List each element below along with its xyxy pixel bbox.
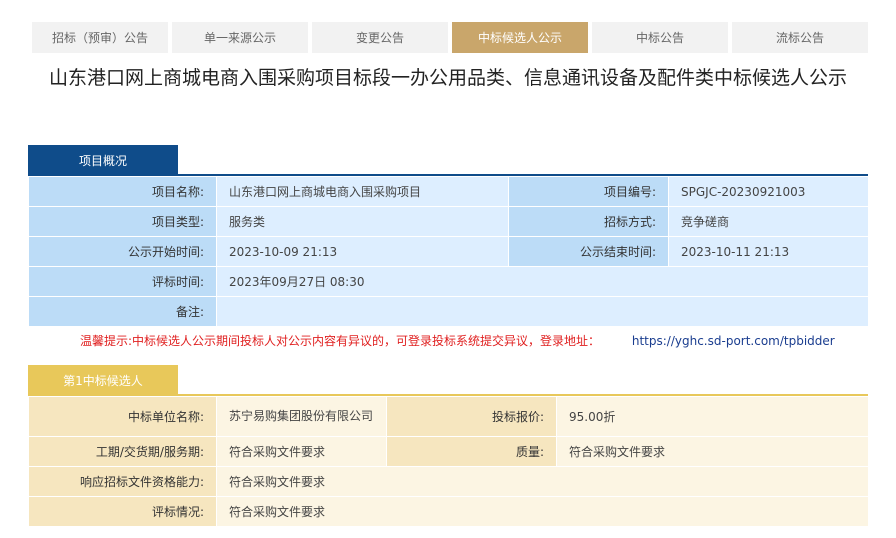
table-row: 工期/交货期/服务期: 符合采购文件要求 质量: 符合采购文件要求 (28, 436, 869, 467)
project-info-table: 项目名称: 山东港口网上商城电商入围采购项目 项目编号: SPGJC-20230… (28, 176, 869, 327)
evaluation-time-label: 评标时间: (28, 266, 217, 297)
bid-method-value: 竞争磋商 (668, 206, 869, 237)
tab-candidate-notice[interactable]: 中标候选人公示 (452, 22, 588, 53)
delivery-period-label: 工期/交货期/服务期: (28, 436, 217, 467)
candidate-info-table: 中标单位名称: 苏宁易购集团股份有限公司 投标报价: 95.00折 工期/交货期… (28, 396, 869, 527)
table-row: 评标时间: 2023年09月27日 08:30 (28, 266, 869, 297)
table-row: 评标情况: 符合采购文件要求 (28, 496, 869, 527)
winning-unit-label: 中标单位名称: (28, 396, 217, 437)
project-type-value: 服务类 (216, 206, 509, 237)
page-title: 山东港口网上商城电商入围采购项目标段一办公用品类、信息通讯设备及配件类中标候选人… (48, 67, 847, 89)
remarks-value (216, 296, 869, 327)
bid-price-value: 95.00折 (556, 396, 869, 437)
delivery-period-value: 符合采购文件要求 (216, 436, 387, 467)
tip-text: 温馨提示:中标候选人公示期间投标人对公示内容有异议的，可登录投标系统提交异议，登… (80, 334, 601, 348)
evaluation-time-value: 2023年09月27日 08:30 (216, 266, 869, 297)
remarks-label: 备注: (28, 296, 217, 327)
tab-failed-notice[interactable]: 流标公告 (732, 22, 868, 53)
tab-bid-notice[interactable]: 招标（预审）公告 (32, 22, 168, 53)
bid-price-label: 投标报价: (386, 396, 557, 437)
section-header-candidate: 第1中标候选人 (28, 365, 178, 395)
project-code-label: 项目编号: (508, 176, 669, 207)
project-code-value: SPGJC-20230921003 (668, 176, 869, 207)
table-row: 备注: (28, 296, 869, 327)
winning-unit-value: 苏宁易购集团股份有限公司 (216, 396, 387, 437)
table-row: 公示开始时间: 2023-10-09 21:13 公示结束时间: 2023-10… (28, 236, 869, 267)
quality-value: 符合采购文件要求 (556, 436, 869, 467)
qualification-value: 符合采购文件要求 (216, 466, 869, 497)
notice-tabs: 招标（预审）公告 单一来源公示 变更公告 中标候选人公示 中标公告 流标公告 (32, 22, 868, 53)
notice-end-value: 2023-10-11 21:13 (668, 236, 869, 267)
quality-label: 质量: (386, 436, 557, 467)
project-name-value: 山东港口网上商城电商入围采购项目 (216, 176, 509, 207)
table-row: 项目名称: 山东港口网上商城电商入围采购项目 项目编号: SPGJC-20230… (28, 176, 869, 207)
notice-end-label: 公示结束时间: (508, 236, 669, 267)
section-header-project: 项目概况 (28, 145, 178, 175)
notice-start-value: 2023-10-09 21:13 (216, 236, 509, 267)
bid-method-label: 招标方式: (508, 206, 669, 237)
project-name-label: 项目名称: (28, 176, 217, 207)
tab-award-notice[interactable]: 中标公告 (592, 22, 728, 53)
notice-start-label: 公示开始时间: (28, 236, 217, 267)
evaluation-label: 评标情况: (28, 496, 217, 527)
tab-single-source[interactable]: 单一来源公示 (172, 22, 308, 53)
table-row: 项目类型: 服务类 招标方式: 竞争磋商 (28, 206, 869, 237)
project-type-label: 项目类型: (28, 206, 217, 237)
table-row: 中标单位名称: 苏宁易购集团股份有限公司 投标报价: 95.00折 (28, 396, 869, 437)
qualification-label: 响应招标文件资格能力: (28, 466, 217, 497)
table-row: 响应招标文件资格能力: 符合采购文件要求 (28, 466, 869, 497)
bidder-login-link[interactable]: https://yghc.sd-port.com/tpbidder (632, 334, 835, 348)
evaluation-value: 符合采购文件要求 (216, 496, 869, 527)
objection-tip: 温馨提示:中标候选人公示期间投标人对公示内容有异议的，可登录投标系统提交异议，登… (80, 332, 835, 349)
tab-change-notice[interactable]: 变更公告 (312, 22, 448, 53)
